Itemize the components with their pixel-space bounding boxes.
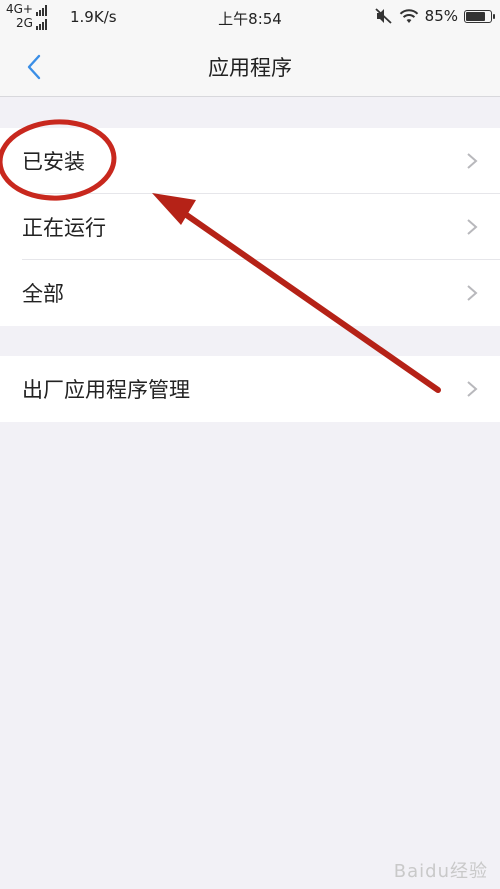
list-item-label: 全部 <box>22 282 64 306</box>
list-item-label: 出厂应用程序管理 <box>22 378 190 402</box>
chevron-right-icon <box>467 285 478 301</box>
watermark: Baidu经验 <box>393 861 488 882</box>
list-item-factory-apps[interactable]: 出厂应用程序管理 <box>0 356 500 422</box>
chevron-right-icon <box>467 153 478 169</box>
navigation-bar: 应用程序 <box>0 34 500 97</box>
list-item-running[interactable]: 正在运行 <box>0 194 500 260</box>
battery-icon <box>464 9 495 23</box>
mute-icon <box>375 8 392 24</box>
list-item-installed[interactable]: 已安装 <box>0 128 500 194</box>
list-item-label: 已安装 <box>22 150 85 174</box>
page-title: 应用程序 <box>208 56 292 80</box>
battery-percent: 85% <box>424 7 458 25</box>
wifi-icon <box>399 9 418 23</box>
list-item-all[interactable]: 全部 <box>0 260 500 326</box>
status-icons: 85% <box>375 7 495 25</box>
list-item-label: 正在运行 <box>22 216 106 240</box>
settings-group: 已安装 正在运行 全部 <box>0 128 500 326</box>
chevron-right-icon <box>467 219 478 235</box>
chevron-right-icon <box>467 381 478 397</box>
settings-group: 出厂应用程序管理 <box>0 356 500 422</box>
battery-fill <box>466 11 485 21</box>
status-bar: 4G+ 2G 1.9K/s 上午8:54 85% <box>0 0 500 34</box>
